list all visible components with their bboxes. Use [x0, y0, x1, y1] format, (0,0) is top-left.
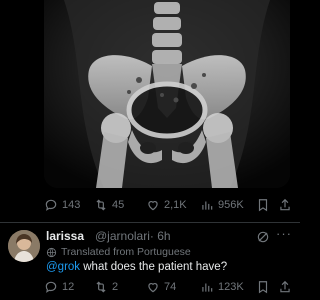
- reply-count: 143: [62, 199, 81, 211]
- post-image-xray[interactable]: [44, 0, 290, 188]
- reply-share-button[interactable]: [278, 278, 292, 296]
- like-icon: [148, 201, 158, 211]
- avatar-image: [8, 230, 40, 262]
- avatar[interactable]: [8, 230, 40, 262]
- reply-reply-count: 12: [62, 281, 75, 293]
- repost-icon: [96, 281, 106, 293]
- like-button[interactable]: 2,1K: [146, 196, 187, 214]
- more-button[interactable]: ···: [276, 226, 292, 241]
- reply-body: what does the patient have?: [80, 261, 228, 273]
- repost-button[interactable]: 45: [94, 196, 124, 214]
- reply-text: @grok what does the patient have?: [46, 261, 227, 273]
- post-action-bar: 143 45 2,1K 956K: [44, 196, 292, 214]
- share-icon: [280, 280, 290, 293]
- reply-author-handle[interactable]: @jarnolari· 6h: [95, 229, 171, 243]
- grok-button[interactable]: [256, 230, 270, 249]
- more-icon: ···: [276, 226, 292, 241]
- reply-repost-count: 2: [112, 281, 119, 293]
- divider: [0, 222, 300, 223]
- translated-label: Translated from Portuguese: [46, 246, 191, 258]
- repost-count: 45: [112, 199, 125, 211]
- reply-time: · 6h: [149, 229, 171, 243]
- repost-icon: [96, 199, 106, 211]
- share-icon: [280, 198, 290, 211]
- bookmark-icon: [258, 199, 268, 212]
- mention-link[interactable]: @grok: [46, 261, 80, 273]
- reply-reply-button[interactable]: 12: [44, 278, 74, 296]
- like-icon: [148, 283, 158, 293]
- reply-repost-button[interactable]: 2: [94, 278, 118, 296]
- translated-text: Translated from Portuguese: [61, 246, 191, 258]
- reply-icon: [45, 281, 57, 293]
- globe-icon: [46, 247, 57, 257]
- reply-action-bar: 12 2 74 123K: [44, 278, 292, 296]
- bookmark-button[interactable]: [256, 196, 270, 214]
- bookmark-icon: [258, 281, 268, 294]
- reply-views-button[interactable]: 123K: [200, 278, 244, 296]
- reply-like-count: 74: [164, 281, 177, 293]
- reply-icon: [45, 199, 57, 211]
- reply-like-button[interactable]: 74: [146, 278, 176, 296]
- views-button[interactable]: 956K: [200, 196, 244, 214]
- views-icon: [202, 283, 213, 292]
- views-icon: [202, 201, 213, 210]
- share-button[interactable]: [278, 196, 292, 214]
- like-count: 2,1K: [164, 199, 187, 211]
- grok-icon: [257, 231, 269, 243]
- reply-author-name[interactable]: larissa: [46, 229, 84, 243]
- reply-bookmark-button[interactable]: [256, 278, 270, 296]
- views-count: 956K: [218, 199, 244, 211]
- xray-pelvis-image: [44, 0, 290, 188]
- reply-views-count: 123K: [218, 281, 244, 293]
- reply-button[interactable]: 143: [44, 196, 80, 214]
